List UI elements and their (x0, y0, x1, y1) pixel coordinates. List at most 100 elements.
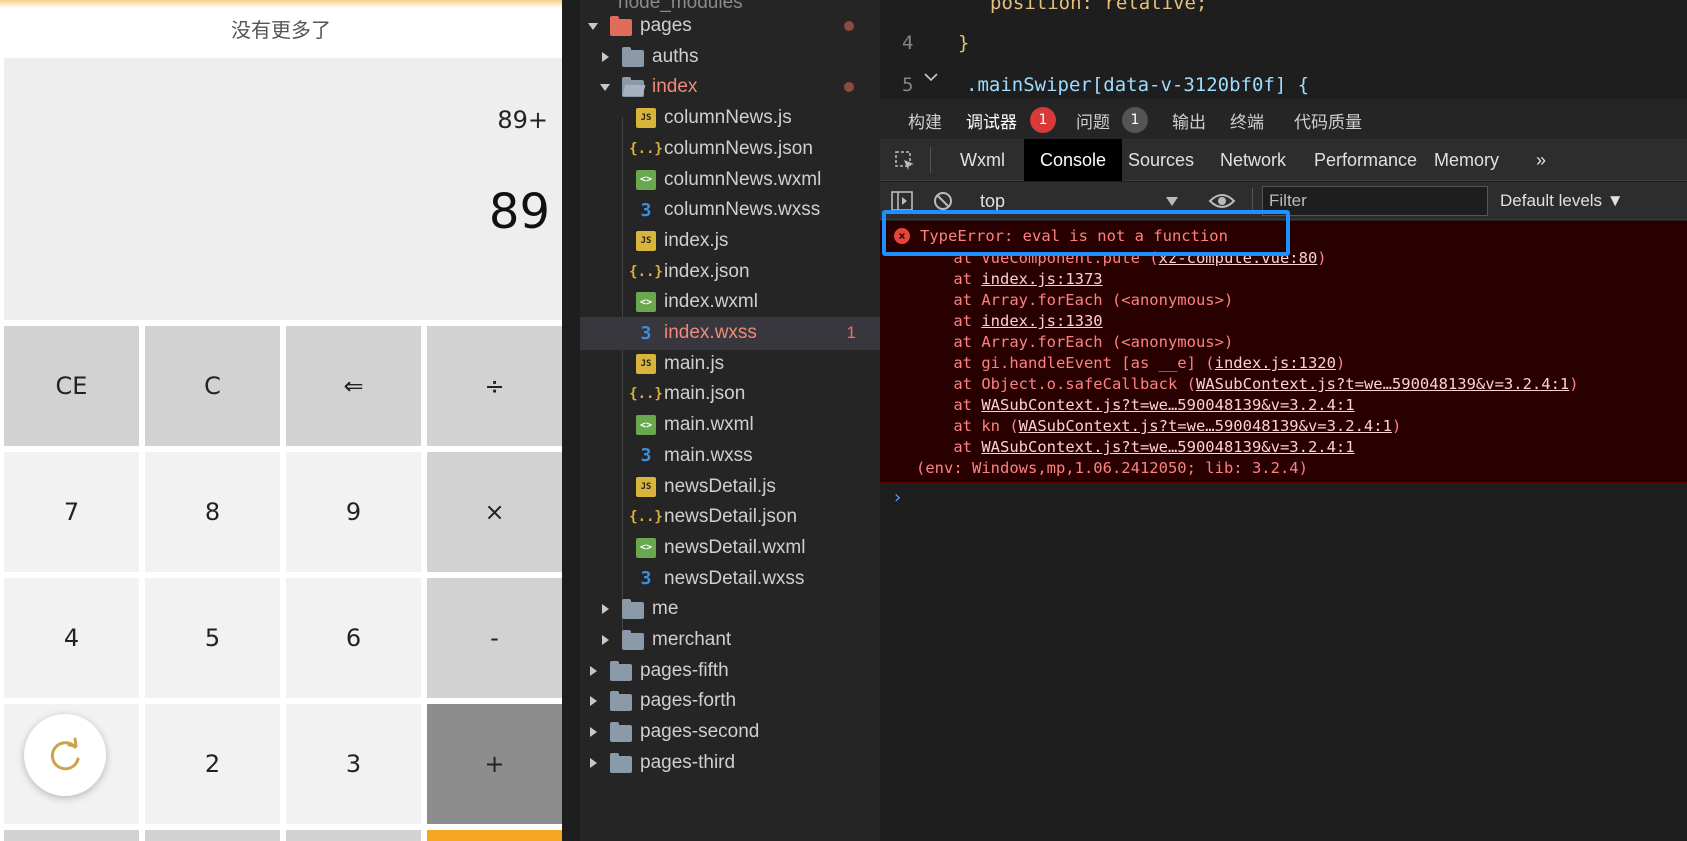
calc-key[interactable]: 5 (145, 578, 280, 698)
stack-frame-text: at (916, 312, 982, 330)
tree-item[interactable]: <> index.wxml (580, 286, 880, 319)
calc-key[interactable]: × (427, 452, 562, 572)
panel-tab[interactable]: 调试器 (966, 108, 1017, 133)
tree-item[interactable]: index (580, 71, 880, 104)
devtools-tab[interactable]: Wxml (944, 139, 1021, 181)
partial-key[interactable] (286, 830, 421, 841)
panel-tab[interactable]: 输出 (1172, 108, 1206, 133)
eye-icon[interactable] (1208, 191, 1236, 211)
tree-item[interactable]: 3 newsDetail.wxss (580, 563, 880, 596)
source-link[interactable]: WASubContext.js?t=we…590048139&v=3.2.4:1 (981, 438, 1354, 456)
calc-key[interactable]: C (145, 326, 280, 446)
source-link[interactable]: WASubContext.js?t=we…590048139&v=3.2.4:1 (1196, 375, 1569, 393)
chevron-right-icon[interactable] (602, 51, 609, 62)
chevron-down-icon[interactable] (588, 23, 598, 30)
tree-item[interactable]: merchant (580, 624, 880, 657)
console-prompt[interactable]: › (892, 487, 903, 508)
calc-key[interactable]: - (427, 578, 562, 698)
tree-item-label: newsDetail.json (664, 506, 798, 528)
calc-key[interactable]: 4 (4, 578, 139, 698)
sidebar-toggle-icon[interactable] (890, 190, 914, 212)
tree-item-label: pages-fifth (640, 659, 729, 681)
tree-item-label: newsDetail.wxss (664, 567, 805, 589)
inspect-element-icon[interactable] (894, 150, 916, 172)
more-tabs-button[interactable]: » (1520, 139, 1562, 181)
code-editor[interactable]: position: relative; 4 } 5 .mainSwiper[da… (880, 0, 1687, 96)
tree-item[interactable]: <> newsDetail.wxml (580, 532, 880, 565)
tree-item[interactable]: me (580, 593, 880, 626)
calc-key[interactable]: 3 (286, 704, 421, 824)
panel-tab[interactable]: 构建 (908, 108, 942, 133)
tree-item[interactable]: pages-forth (580, 685, 880, 718)
modified-dot (844, 82, 854, 93)
refresh-button[interactable] (24, 714, 106, 796)
chevron-right-icon[interactable] (590, 665, 597, 676)
devtools-tab[interactable]: Sources (1112, 139, 1210, 181)
calc-key[interactable]: CE (4, 326, 139, 446)
source-link[interactable]: WASubContext.js?t=we…590048139&v=3.2.4:1 (981, 396, 1354, 414)
filter-input[interactable]: Filter (1262, 186, 1488, 216)
chevron-right-icon[interactable] (590, 696, 597, 707)
stack-frame-text: at (916, 270, 982, 288)
source-link[interactable]: index.js:1330 (981, 312, 1102, 330)
tree-item[interactable]: {..} columnNews.json (580, 133, 880, 166)
tree-item[interactable]: 3 columnNews.wxss (580, 194, 880, 227)
fold-chevron-icon[interactable] (924, 72, 938, 82)
calc-key[interactable]: ÷ (427, 326, 562, 446)
tree-item[interactable]: 3 main.wxss (580, 440, 880, 473)
tree-item[interactable]: {..} index.json (580, 256, 880, 289)
wxss-file-icon: 3 (640, 322, 652, 344)
panel-tab[interactable]: 问题 (1076, 108, 1110, 133)
tree-item-label: pages (640, 15, 692, 36)
tree-item[interactable]: 3 index.wxss 1 (580, 317, 880, 350)
calc-key[interactable]: 2 (145, 704, 280, 824)
status-gradient (0, 0, 562, 8)
calc-key[interactable]: + (427, 704, 562, 824)
stack-frame: at index.js:1373 (916, 270, 1102, 288)
calc-key[interactable]: 9 (286, 452, 421, 572)
tree-item-label: index.wxml (664, 291, 758, 313)
chevron-right-icon[interactable] (602, 635, 609, 645)
panel-tab[interactable]: 终端 (1230, 108, 1264, 133)
source-link[interactable]: index.js:1320 (1215, 354, 1336, 372)
tree-item[interactable]: auths (580, 41, 880, 74)
devtools-tab[interactable]: Network (1204, 139, 1302, 181)
tree-item[interactable]: <> main.wxml (580, 409, 880, 442)
clear-console-icon[interactable] (932, 190, 954, 212)
tree-item[interactable]: <> columnNews.wxml (580, 164, 880, 197)
chevron-right-icon[interactable] (590, 727, 597, 738)
devtools-tab[interactable]: Performance (1298, 139, 1433, 181)
tree-item[interactable]: JS columnNews.js (580, 102, 880, 135)
log-levels-dropdown[interactable]: Default levels ▼ (1500, 191, 1624, 211)
partial-key-equals[interactable] (427, 830, 562, 841)
calc-key[interactable]: 6 (286, 578, 421, 698)
devtools-tab[interactable]: Console (1024, 139, 1123, 181)
calc-key[interactable]: 7 (4, 452, 139, 572)
tree-item[interactable]: JS main.js (580, 348, 880, 381)
source-link[interactable]: WASubContext.js?t=we…590048139&v=3.2.4:1 (1019, 417, 1392, 435)
chevron-right-icon[interactable] (602, 604, 609, 615)
folder-icon (610, 691, 632, 712)
partial-key[interactable] (145, 830, 280, 841)
tree-item[interactable]: pages-second (580, 716, 880, 749)
calc-key[interactable]: ⇐ (286, 326, 421, 446)
js-file-icon: JS (636, 476, 656, 497)
chevron-right-icon[interactable] (590, 757, 597, 768)
tree-item[interactable]: pages (580, 10, 880, 43)
tree-item[interactable]: {..} newsDetail.json (580, 501, 880, 534)
devtools-tab[interactable]: Memory (1418, 139, 1515, 181)
panel-tab[interactable]: 代码质量 (1294, 108, 1362, 133)
stack-frame: at Object.o.safeCallback (WASubContext.j… (916, 375, 1578, 393)
chevron-down-icon[interactable] (600, 84, 610, 92)
pane-divider[interactable] (562, 0, 580, 841)
tree-item[interactable]: {..} main.json (580, 378, 880, 411)
wxss-file-icon: 3 (640, 445, 652, 467)
partial-key[interactable] (4, 830, 139, 841)
stack-frame: at index.js:1330 (916, 312, 1102, 330)
tree-item[interactable]: JS index.js (580, 225, 880, 258)
tree-item[interactable]: JS newsDetail.js (580, 471, 880, 504)
source-link[interactable]: index.js:1373 (981, 270, 1102, 288)
calc-key[interactable]: 8 (145, 452, 280, 572)
tree-item[interactable]: pages-fifth (580, 655, 880, 688)
tree-item[interactable]: pages-third (580, 747, 880, 780)
